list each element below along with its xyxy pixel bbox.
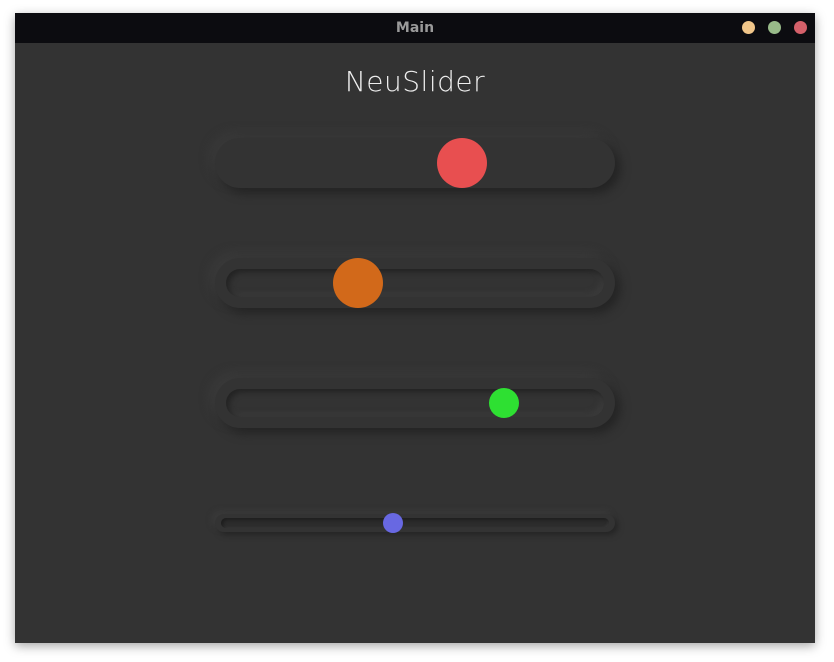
minimize-button[interactable] (742, 21, 755, 34)
page-title: NeuSlider (344, 65, 486, 98)
slider-red-knob[interactable] (436, 138, 487, 188)
title-bar[interactable]: Main (15, 13, 815, 43)
slider-orange-knob[interactable] (333, 258, 384, 308)
window-title: Main (395, 20, 435, 36)
slider-orange-channel (226, 269, 604, 297)
close-button[interactable] (794, 21, 807, 34)
slider-orange-track[interactable] (215, 258, 615, 308)
slider-red-track[interactable] (215, 138, 615, 188)
slider-green-knob[interactable] (488, 388, 519, 418)
slider-blue-knob[interactable] (383, 513, 404, 533)
slider-blue-track[interactable] (215, 513, 615, 533)
slider-blue-channel (221, 518, 609, 528)
maximize-button[interactable] (768, 21, 781, 34)
slider-green-channel (226, 389, 604, 417)
app-window: Main NeuSlider (15, 13, 815, 643)
slider-green-track[interactable] (215, 378, 615, 428)
